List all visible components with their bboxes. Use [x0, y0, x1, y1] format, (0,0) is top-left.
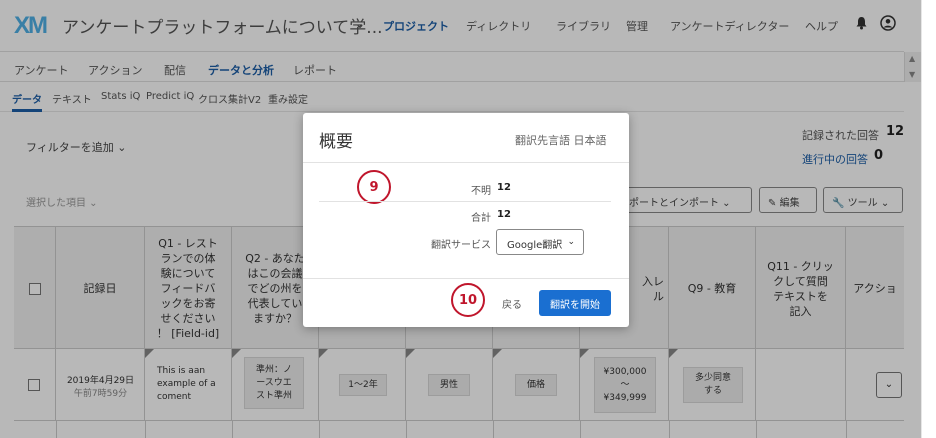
callout-marker: 10 [451, 283, 485, 317]
divider [319, 201, 611, 202]
summary-dialog: 概要 翻訳先言語 日本語 9 不明 12 合計 12 翻訳サービス Google… [303, 113, 629, 327]
translation-service-label: 翻訳サービス [431, 240, 491, 251]
unknown-count: 12 [497, 182, 511, 193]
start-translation-button[interactable]: 翻訳を開始 [539, 290, 611, 316]
target-language: 翻訳先言語 日本語 [515, 134, 607, 147]
back-button[interactable]: 戻る [502, 296, 522, 311]
unknown-label: 不明 [471, 186, 491, 197]
chevron-down-icon: ⌄ [567, 237, 575, 247]
divider [303, 162, 629, 163]
translation-service-select[interactable]: Google翻訳 ⌄ [496, 229, 584, 255]
dialog-title: 概要 [319, 132, 353, 152]
total-label: 合計 [471, 213, 491, 224]
window-edge [921, 0, 936, 438]
total-count: 12 [497, 209, 511, 220]
divider [303, 278, 629, 279]
callout-marker: 9 [357, 170, 391, 204]
